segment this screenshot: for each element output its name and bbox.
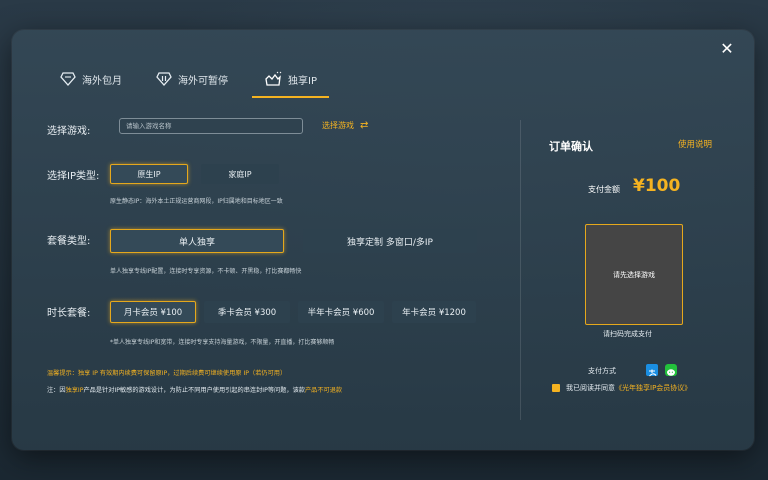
qr-hint: 请扫码完成支付 <box>603 330 652 338</box>
diamond-icon <box>60 72 76 86</box>
game-search-input[interactable] <box>119 118 303 134</box>
package-hint: 单人独享专线IP配置，连接时专享资源，不卡顿、开黑稳，打比赛都畅快 <box>110 268 302 275</box>
qr-code-area: 请先选择游戏 <box>585 224 683 325</box>
ip-type-native-button[interactable]: 原生IP <box>110 164 188 184</box>
button-label: 原生IP <box>137 169 161 179</box>
refund-notice: 注：因独享IP产品是针对IP敏感的游戏设计，为防止不同用户使用引起的串连封IP等… <box>47 385 342 394</box>
duration-halfyear-button[interactable]: 半年卡会员 ¥600 <box>298 301 384 323</box>
duration-year-button[interactable]: 年卡会员 ¥1200 <box>392 301 476 323</box>
wechat-icon[interactable] <box>665 364 677 376</box>
order-title: 订单确认 <box>549 140 593 153</box>
duration-quarter-button[interactable]: 季卡会员 ¥300 <box>204 301 290 323</box>
tab-overseas-pausable[interactable]: 海外可暂停 <box>156 66 228 92</box>
tab-dedicated-ip[interactable]: 独享IP <box>252 66 329 98</box>
alipay-icon[interactable] <box>646 364 658 377</box>
button-label: 月卡会员 ¥100 <box>123 308 183 318</box>
agreement-text: 我已阅读并同意 <box>566 384 615 392</box>
tab-overseas-monthly[interactable]: 海外包月 <box>60 66 122 92</box>
amount-value: ¥100 <box>633 176 681 196</box>
close-icon[interactable]: ✕ <box>718 40 736 58</box>
ip-type-label: 选择IP类型: <box>47 171 100 182</box>
note-prefix: 注：因 <box>47 387 66 394</box>
tab-label: 海外可暂停 <box>178 75 228 87</box>
select-game-text: 选择游戏 <box>322 121 354 130</box>
amount-label: 支付金额 <box>588 185 620 194</box>
duration-month-button[interactable]: 月卡会员 ¥100 <box>110 301 196 323</box>
agreement-checkbox[interactable] <box>552 384 560 392</box>
column-divider <box>520 120 521 420</box>
agreement-link[interactable]: 《光年独享IP会员协议》 <box>615 383 691 393</box>
button-label: 单人独享 <box>178 237 215 248</box>
pause-diamond-icon <box>156 72 172 86</box>
payment-method-label: 支付方式 <box>588 367 616 375</box>
qr-placeholder-text: 请先选择游戏 <box>613 270 655 279</box>
ip-type-home-button[interactable]: 家庭IP <box>201 164 279 184</box>
tab-label: 独享IP <box>288 75 317 87</box>
button-label: 年卡会员 ¥1200 <box>402 308 466 318</box>
button-label: 季卡会员 ¥300 <box>217 308 277 318</box>
note-highlight: 独享IP <box>65 387 84 394</box>
warm-notice: 温馨提示：独享 IP 有效期内续费可保留原IP，过期后续费可继续使用原 IP（若… <box>47 368 286 377</box>
package-single-button[interactable]: 单人独享 <box>110 229 284 253</box>
swap-arrows-icon: ⇄ <box>360 120 369 131</box>
crown-hand-icon <box>265 71 282 86</box>
button-label: 独享定制 多窗口/多IP <box>347 237 433 248</box>
warm-prefix: 温馨提示： <box>47 370 78 377</box>
note-middle: 产品是针对IP敏感的游戏设计，为防止不同用户使用引起的串连封IP等问题，该款 <box>83 387 306 394</box>
button-label: 家庭IP <box>228 169 252 179</box>
duration-hint: *单人独享专线IP和宽带，连接时专享支持海量游戏，不限量，开直播，打比赛够顺畅 <box>110 339 335 346</box>
note-highlight: 产品不可退款 <box>305 387 343 394</box>
purchase-modal: ✕ 海外包月 海外可暂停 独享IP 选择游戏: 选择游戏 <box>12 30 754 450</box>
select-game-link[interactable]: 选择游戏 ⇄ <box>322 120 368 131</box>
tab-label: 海外包月 <box>82 75 122 87</box>
ip-type-hint: 原生静态IP：海外本土正规运营商网段，IP归属地和目标地区一致 <box>110 198 283 205</box>
package-custom-button[interactable]: 独享定制 多窗口/多IP <box>303 229 477 253</box>
game-label: 选择游戏: <box>47 126 91 137</box>
usage-instructions-link[interactable]: 使用说明 <box>678 138 712 150</box>
button-label: 半年卡会员 ¥600 <box>307 308 375 318</box>
warm-text: 独享 IP 有效期内续费可保留原IP，过期后续费可继续使用原 IP（若仍可用） <box>77 370 287 377</box>
agreement-row: 我已阅读并同意 《光年独享IP会员协议》 <box>552 383 691 393</box>
package-label: 套餐类型: <box>47 236 91 247</box>
duration-label: 时长套餐: <box>47 308 91 319</box>
